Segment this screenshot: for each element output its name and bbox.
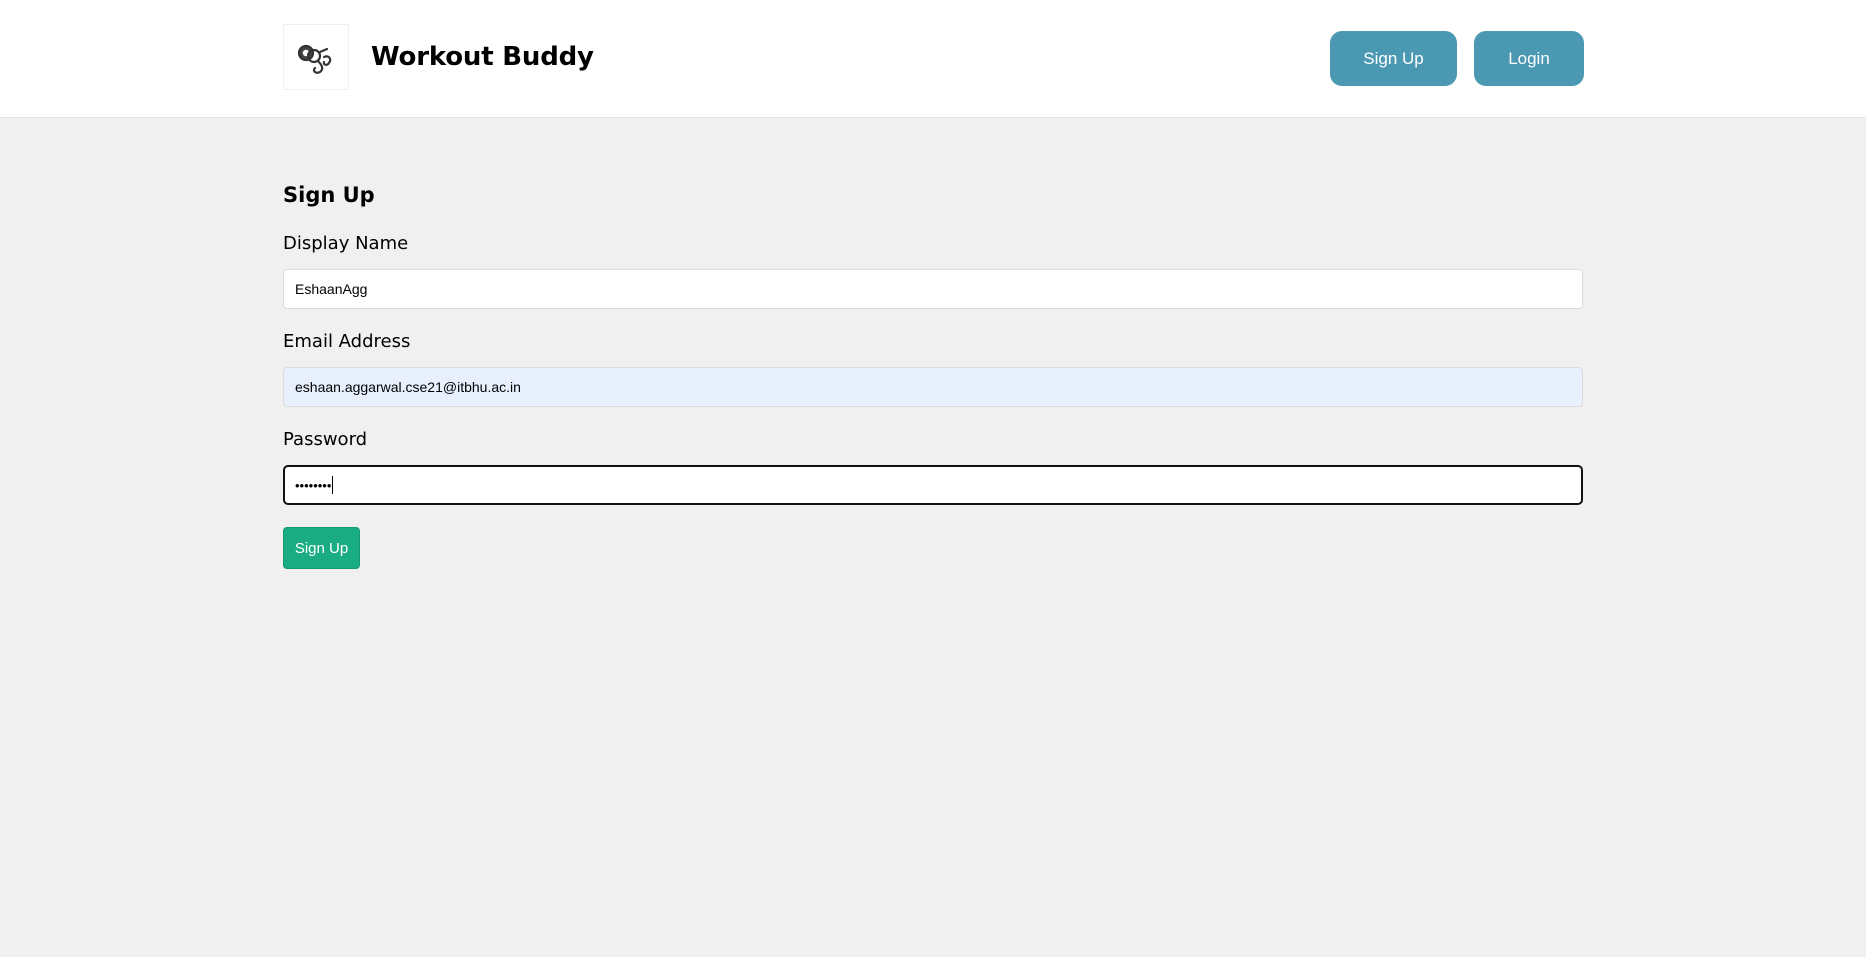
top-navbar: Workout Buddy Sign Up Login xyxy=(0,0,1866,118)
password-masked-value: •••••••• xyxy=(295,477,332,493)
display-name-label: Display Name xyxy=(283,233,409,254)
password-input[interactable]: •••••••• xyxy=(283,465,1583,505)
password-label: Password xyxy=(283,429,368,450)
email-label: Email Address xyxy=(283,331,411,352)
dumbbell-logo-icon xyxy=(297,44,332,74)
form-title: Sign Up xyxy=(283,183,375,207)
display-name-input[interactable]: EshaanAgg xyxy=(283,269,1583,309)
brand-title[interactable]: Workout Buddy xyxy=(371,38,594,76)
signup-submit-button[interactable]: Sign Up xyxy=(283,527,360,569)
app-logo[interactable] xyxy=(283,24,349,90)
email-input[interactable]: eshaan.aggarwal.cse21@itbhu.ac.in xyxy=(283,367,1583,407)
text-caret xyxy=(332,476,334,494)
display-name-value: EshaanAgg xyxy=(295,281,368,297)
nav-login-button[interactable]: Login xyxy=(1474,31,1584,86)
nav-signup-button[interactable]: Sign Up xyxy=(1330,31,1457,86)
email-value: eshaan.aggarwal.cse21@itbhu.ac.in xyxy=(295,379,521,395)
